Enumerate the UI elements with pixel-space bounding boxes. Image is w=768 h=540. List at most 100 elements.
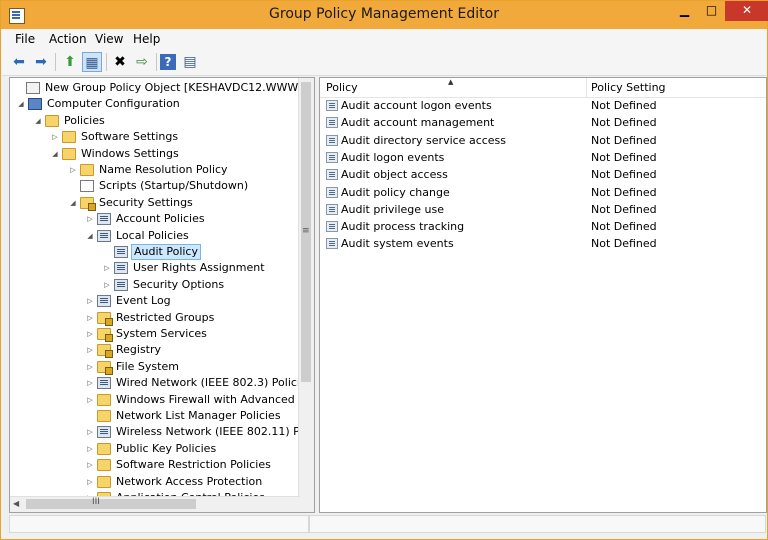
tree-item[interactable]: ◢ Windows Settings: [50, 146, 181, 162]
tree-item[interactable]: ◢ Computer Configuration: [16, 96, 182, 112]
tree-item[interactable]: ▷ Software Restriction Policies: [85, 457, 273, 473]
policy-icon: [97, 229, 111, 242]
policy-icon: [114, 246, 128, 258]
policy-icon: [97, 295, 111, 308]
policy-name: Audit account management: [341, 116, 495, 130]
expand-arrow-icon[interactable]: ▷: [85, 359, 95, 375]
expand-arrow-icon[interactable]: ▷: [85, 392, 95, 408]
tree-item[interactable]: ▷ Registry: [85, 342, 163, 359]
minimize-button[interactable]: ▁: [671, 1, 698, 21]
expand-arrow-icon[interactable]: ▷: [50, 129, 60, 145]
collapse-arrow-icon[interactable]: ◢: [85, 228, 95, 244]
expand-arrow-icon[interactable]: ▷: [85, 441, 95, 457]
tree-item[interactable]: ▷ Security Options: [102, 277, 226, 293]
policy-row[interactable]: Audit account management Not Defined: [320, 114, 766, 131]
export-list-icon[interactable]: ⇨: [132, 52, 152, 72]
tree-vertical-scrollbar[interactable]: ≡: [298, 78, 314, 498]
tree-item[interactable]: ▷ Public Key Policies: [85, 441, 218, 457]
expand-arrow-icon[interactable]: ▷: [85, 474, 95, 490]
expand-arrow-icon[interactable]: ▷: [85, 310, 95, 326]
tree-item[interactable]: Network List Manager Policies: [85, 408, 283, 424]
tree-item-label: Software Settings: [81, 130, 179, 144]
expand-arrow-icon[interactable]: ▷: [85, 211, 95, 227]
tree-item[interactable]: ▷ Wireless Network (IEEE 802.11) Policie: [85, 424, 314, 440]
menu-action[interactable]: Action: [49, 32, 87, 46]
details-pane[interactable]: Policy ▲ Policy Setting Audit account lo…: [319, 77, 767, 513]
tree-item[interactable]: ▷ File System: [85, 359, 181, 375]
column-header-policy[interactable]: Policy: [326, 81, 358, 94]
menu-view[interactable]: View: [95, 32, 123, 46]
tree-item-label: Software Restriction Policies: [116, 458, 271, 472]
policy-row[interactable]: Audit system events Not Defined: [320, 235, 766, 252]
tree-horizontal-scrollbar[interactable]: ◀ III: [10, 496, 300, 512]
policy-row[interactable]: Audit privilege use Not Defined: [320, 201, 766, 218]
tree-item[interactable]: ▷ System Services: [85, 326, 209, 342]
policy-row[interactable]: Audit account logon events Not Defined: [320, 97, 766, 114]
tree-item[interactable]: ▷ Network Access Protection: [85, 474, 264, 490]
tree-item[interactable]: ▷ Account Policies: [85, 211, 207, 227]
back-arrow-icon[interactable]: ⬅: [9, 52, 29, 72]
policy-setting-value: Not Defined: [591, 116, 657, 130]
expand-arrow-icon[interactable]: ▷: [85, 293, 95, 309]
tree-item-label: Account Policies: [116, 212, 205, 226]
maximize-button[interactable]: □: [698, 1, 725, 21]
collapse-arrow-icon[interactable]: ◢: [16, 96, 26, 112]
delete-x-icon[interactable]: ✖: [110, 52, 130, 72]
column-header-policy-setting[interactable]: Policy Setting: [591, 81, 666, 94]
expand-arrow-icon[interactable]: ▷: [85, 326, 95, 342]
tree-item[interactable]: ▷ Software Settings: [50, 129, 180, 145]
tree-item-selected[interactable]: Audit Policy: [102, 244, 201, 260]
tree-item[interactable]: ▷ Restricted Groups: [85, 310, 216, 326]
policy-row[interactable]: Audit logon events Not Defined: [320, 149, 766, 166]
expand-arrow-icon[interactable]: ▷: [102, 277, 112, 293]
tree-item[interactable]: ▷ Event Log: [85, 293, 173, 309]
computer-icon: [28, 98, 42, 111]
tree-item[interactable]: ▷ User Rights Assignment: [102, 260, 267, 276]
tree-item[interactable]: ◢ Security Settings: [68, 195, 195, 211]
tree-item[interactable]: ▷ Windows Firewall with Advanced Secu: [85, 392, 315, 408]
tree-item-label: Security Options: [133, 277, 225, 291]
tree-item-label: Windows Firewall with Advanced Secu: [116, 392, 315, 406]
policy-name: Audit system events: [341, 237, 454, 251]
tree-item-label: Computer Configuration: [47, 97, 180, 111]
scroll-left-icon[interactable]: ◀: [13, 499, 19, 508]
console-tree[interactable]: New Group Policy Object [KESHAVDC12.WWW.…: [9, 77, 315, 513]
expand-arrow-icon[interactable]: ▷: [85, 342, 95, 358]
properties-pane-icon[interactable]: ▤: [180, 52, 200, 72]
sort-ascending-icon: ▲: [448, 78, 454, 86]
menu-file[interactable]: File: [15, 32, 35, 46]
policy-row[interactable]: Audit process tracking Not Defined: [320, 218, 766, 235]
tree-item-label: System Services: [116, 327, 207, 340]
collapse-arrow-icon[interactable]: ◢: [68, 195, 78, 211]
policy-row[interactable]: Audit object access Not Defined: [320, 166, 766, 183]
policy-row[interactable]: Audit directory service access Not Define…: [320, 132, 766, 149]
collapse-arrow-icon[interactable]: ◢: [33, 113, 43, 129]
policy-setting-value: Not Defined: [591, 185, 657, 199]
forward-arrow-icon[interactable]: ➡: [31, 52, 51, 72]
tree-item[interactable]: ◢ Policies: [33, 113, 107, 129]
tree-item[interactable]: New Group Policy Object [KESHAVDC12.WWW.…: [14, 80, 314, 96]
tree-item[interactable]: ▷ Wired Network (IEEE 802.3) Policies: [85, 375, 314, 391]
expand-arrow-icon[interactable]: ▷: [85, 457, 95, 473]
tree-item[interactable]: Scripts (Startup/Shutdown): [68, 178, 250, 194]
tree-item[interactable]: ◢ Local Policies: [85, 228, 191, 244]
expand-arrow-icon[interactable]: ▷: [102, 260, 112, 276]
policy-icon: [97, 213, 111, 226]
help-icon[interactable]: ?: [160, 54, 176, 70]
up-folder-icon[interactable]: ⬆: [60, 52, 80, 72]
folder-icon: [62, 147, 76, 160]
collapse-arrow-icon[interactable]: ◢: [50, 146, 60, 162]
close-button[interactable]: ✕: [725, 1, 768, 21]
title-bar[interactable]: Group Policy Management Editor ▁ □ ✕: [1, 1, 768, 29]
column-divider[interactable]: [586, 78, 587, 97]
tree-item-label: Policies: [64, 113, 105, 127]
tree-hscroll-thumb[interactable]: [26, 499, 196, 509]
show-hide-console-tree-icon[interactable]: ▦: [82, 52, 102, 72]
policy-row[interactable]: Audit policy change Not Defined: [320, 184, 766, 201]
expand-arrow-icon[interactable]: ▷: [85, 375, 95, 391]
menu-help[interactable]: Help: [133, 32, 160, 46]
tree-item[interactable]: ▷ Name Resolution Policy: [68, 162, 230, 178]
expand-arrow-icon[interactable]: ▷: [68, 162, 78, 178]
expand-arrow-icon[interactable]: ▷: [85, 424, 95, 440]
policy-setting-value: Not Defined: [591, 220, 657, 234]
